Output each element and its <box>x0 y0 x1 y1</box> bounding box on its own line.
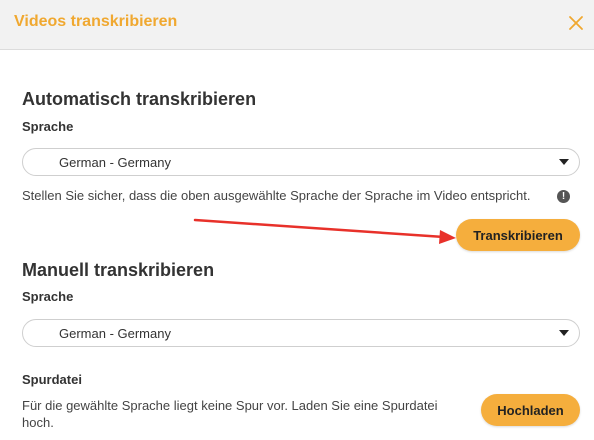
caret-down-icon <box>559 330 569 336</box>
dialog-header: Videos transkribieren <box>0 0 594 50</box>
upload-button[interactable]: Hochladen <box>481 394 580 426</box>
manual-language-select[interactable]: German - Germany <box>22 319 580 347</box>
manual-language-value: German - Germany <box>59 326 171 341</box>
close-button[interactable] <box>565 12 587 34</box>
auto-language-value: German - Germany <box>59 155 171 170</box>
auto-section-heading: Automatisch transkribieren <box>22 89 257 109</box>
track-file-label: Spurdatei <box>22 372 82 387</box>
info-icon[interactable]: ! <box>557 190 570 203</box>
manual-section-heading: Manuell transkribieren <box>22 260 215 280</box>
auto-language-hint: Stellen Sie sicher, dass die oben ausgew… <box>22 188 531 203</box>
dialog-title: Videos transkribieren <box>14 13 178 30</box>
close-icon <box>569 16 583 30</box>
auto-language-label: Sprache <box>22 119 74 134</box>
caret-down-icon <box>559 159 569 165</box>
manual-language-label: Sprache <box>22 289 74 304</box>
transcribe-button[interactable]: Transkribieren <box>456 219 580 251</box>
auto-language-select[interactable]: German - Germany <box>22 148 580 176</box>
track-file-description: Für die gewählte Sprache liegt keine Spu… <box>22 398 438 430</box>
